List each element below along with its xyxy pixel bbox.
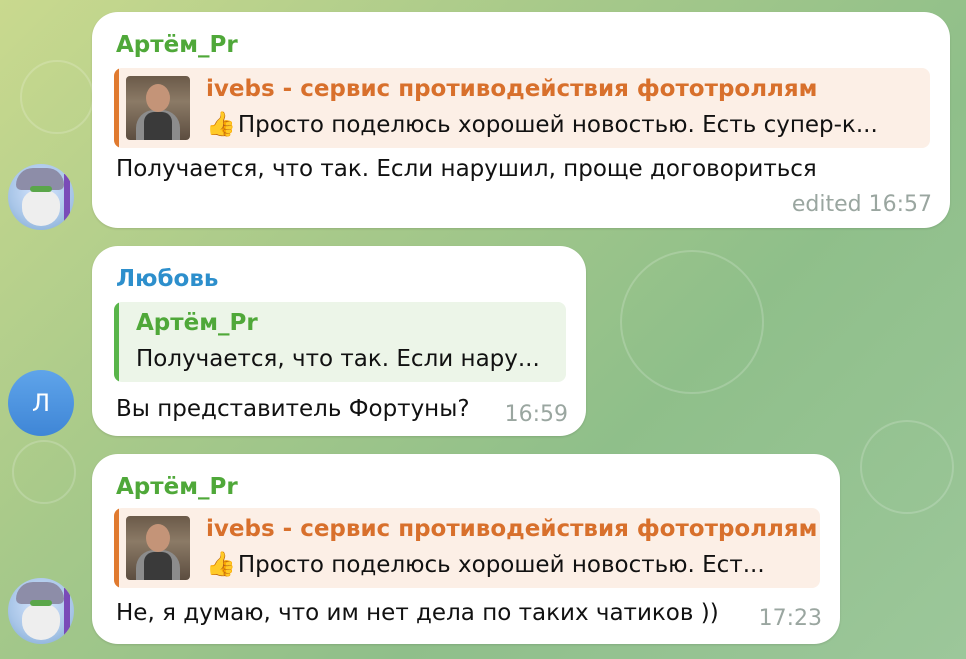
reply-snippet-text: Получается, что так. Если нару... (136, 346, 540, 372)
reply-title: Артём_Pr (136, 310, 258, 336)
reply-snippet: 👍Просто поделюсь хорошей новостью. Ест..… (206, 550, 765, 578)
message-text: Вы представитель Фортуны? (116, 396, 470, 422)
message-time: edited 16:57 (791, 192, 932, 217)
channel-photo-thumbnail (126, 516, 190, 580)
reply-title: ivebs - сервис противодействия фототролл… (206, 76, 818, 102)
reply-accent-bar (114, 68, 119, 148)
message-bubble[interactable]: Артём_Pr ivebs - сервис противодействия … (92, 454, 840, 644)
reply-title: ivebs - сервис противодействия фототролл… (206, 516, 818, 542)
message-bubble[interactable]: Любовь Артём_Pr Получается, что так. Есл… (92, 246, 586, 436)
background-doodle (20, 60, 94, 134)
sender-name[interactable]: Любовь (116, 266, 218, 292)
reply-preview[interactable]: Артём_Pr Получается, что так. Если нару.… (114, 302, 566, 382)
user-avatar[interactable]: Л (8, 370, 74, 436)
message-time: 16:59 (504, 402, 568, 427)
reply-preview[interactable]: ivebs - сервис противодействия фототролл… (114, 508, 820, 588)
reply-preview[interactable]: ivebs - сервис противодействия фототролл… (114, 68, 930, 148)
thumbs-up-icon: 👍 (206, 110, 236, 138)
background-doodle (620, 250, 764, 394)
wizard-avatar-icon[interactable] (8, 164, 74, 230)
wizard-avatar-icon[interactable] (8, 578, 74, 644)
message-text: Не, я думаю, что им нет дела по таких ча… (116, 600, 719, 626)
message-time: 17:23 (758, 606, 822, 631)
message-bubble[interactable]: Артём_Pr ivebs - сервис противодействия … (92, 12, 950, 228)
sender-name[interactable]: Артём_Pr (116, 32, 238, 58)
background-doodle (12, 440, 76, 504)
sender-name[interactable]: Артём_Pr (116, 474, 238, 500)
reply-accent-bar (114, 508, 119, 588)
reply-snippet-text: Просто поделюсь хорошей новостью. Есть с… (237, 112, 878, 138)
reply-snippet-text: Просто поделюсь хорошей новостью. Ест... (237, 552, 765, 578)
background-doodle (860, 420, 954, 514)
message-text: Получается, что так. Если нарушил, проще… (116, 156, 817, 182)
thumbs-up-icon: 👍 (206, 550, 236, 578)
reply-accent-bar (114, 302, 119, 382)
channel-photo-thumbnail (126, 76, 190, 140)
reply-snippet: Получается, что так. Если нару... (136, 346, 540, 372)
reply-snippet: 👍Просто поделюсь хорошей новостью. Есть … (206, 110, 878, 138)
